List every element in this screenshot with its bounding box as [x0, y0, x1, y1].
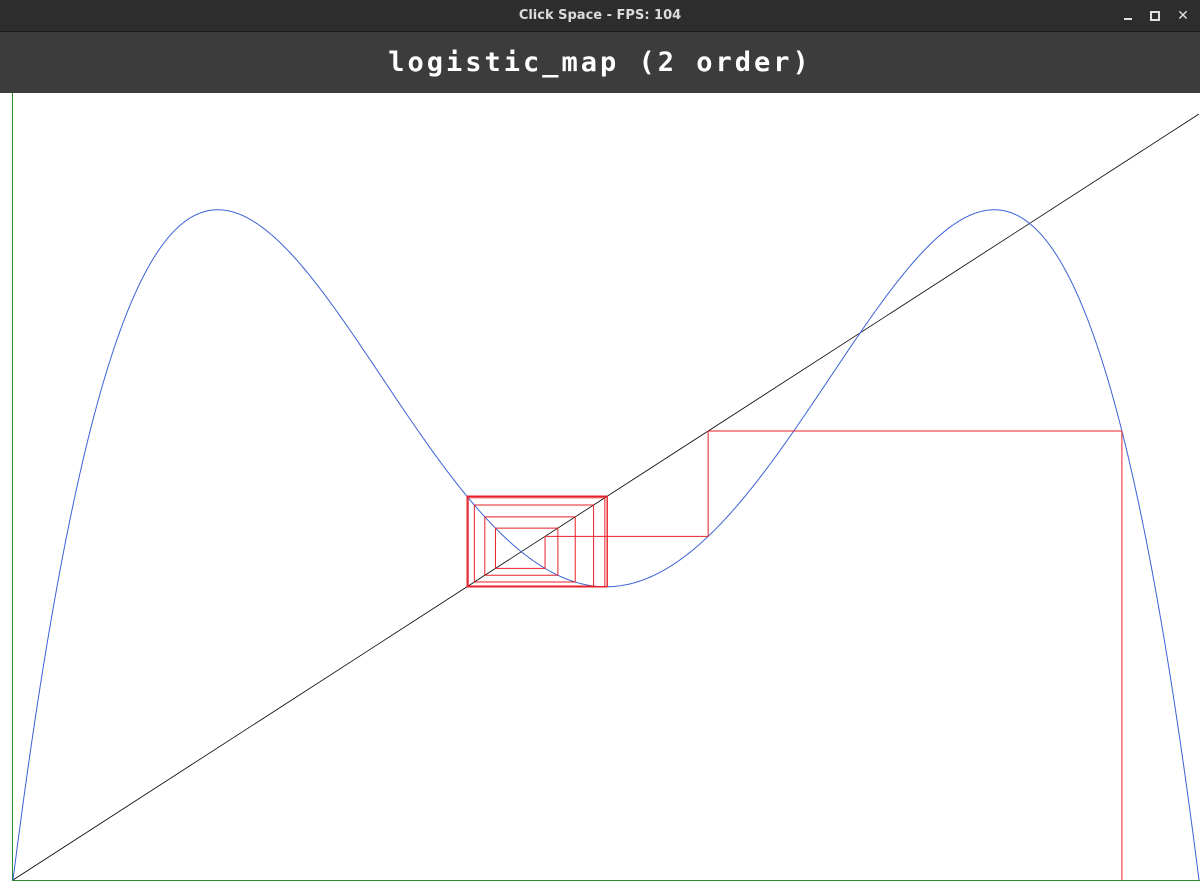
app-window: Click Space - FPS: 104 ✕ logistic_map (2… [0, 0, 1200, 889]
plot-canvas[interactable] [0, 93, 1200, 889]
minimize-icon [1124, 18, 1132, 20]
maximize-button[interactable] [1145, 6, 1165, 26]
second-iterate-curve [12, 209, 1200, 881]
window-titlebar[interactable]: Click Space - FPS: 104 ✕ [0, 0, 1200, 32]
identity-line [12, 113, 1200, 881]
identity-line-group [12, 113, 1200, 881]
logistic-map-plot[interactable] [0, 93, 1200, 889]
page-title: logistic_map (2 order) [388, 47, 812, 78]
close-button[interactable]: ✕ [1173, 6, 1193, 26]
cobweb-group [466, 430, 1123, 880]
second-iterate-curve-group [12, 209, 1200, 881]
window-title: Click Space - FPS: 104 [518, 8, 682, 23]
minimize-button[interactable] [1118, 6, 1138, 26]
close-icon: ✕ [1177, 8, 1189, 24]
maximize-icon [1150, 11, 1160, 21]
plot-frame-group [12, 93, 1200, 881]
app-header: logistic_map (2 order) [0, 32, 1200, 93]
